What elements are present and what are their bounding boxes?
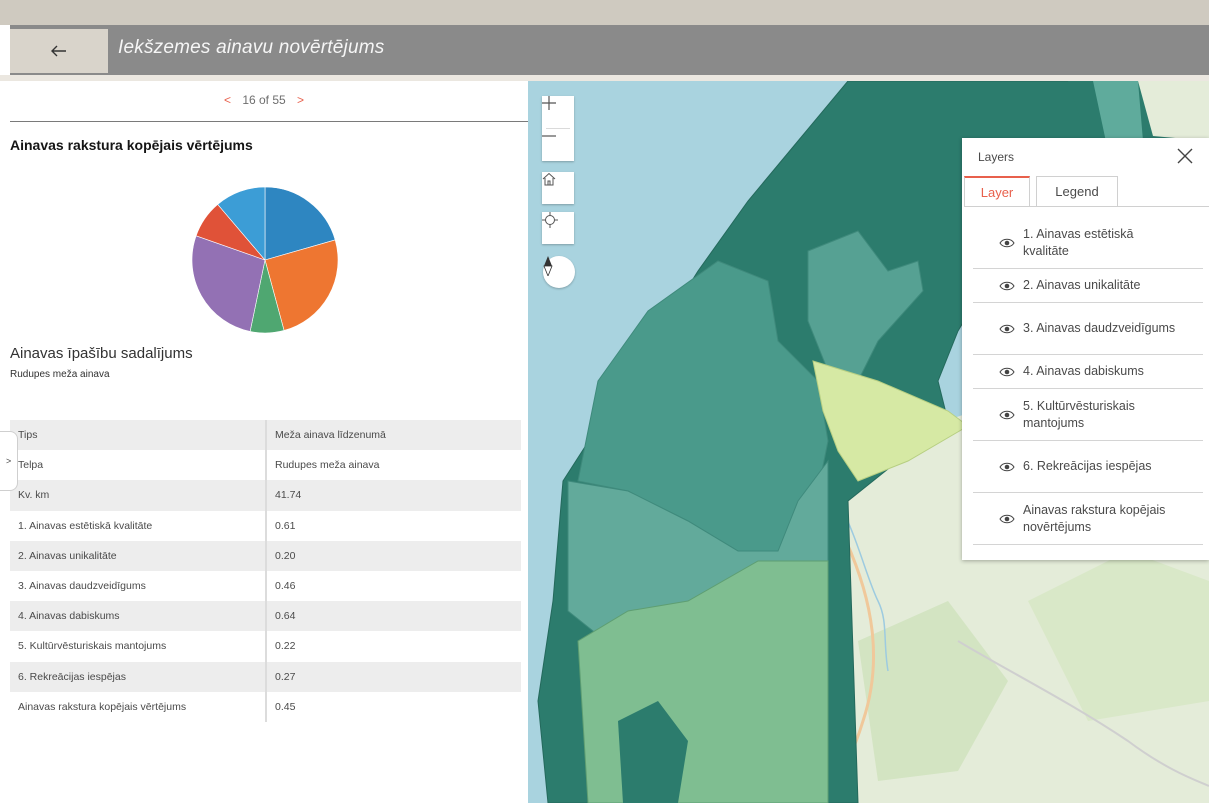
row-label: 5. Kultūrvēsturiskais mantojums xyxy=(10,631,267,662)
table-row: 3. Ainavas daudzveidīgums 0.46 xyxy=(10,570,521,602)
zoom-out-button[interactable] xyxy=(542,129,574,161)
tab-layer[interactable]: Layer xyxy=(964,176,1030,207)
table-row: 1. Ainavas estētiskā kvalitāte 0.61 xyxy=(10,510,521,541)
chart-title: Ainavas rakstura kopējais vērtējums xyxy=(10,137,253,153)
row-label: Ainavas rakstura kopējais vērtējums xyxy=(10,691,267,722)
row-label: 4. Ainavas dabiskums xyxy=(10,601,267,632)
layer-item[interactable]: 2. Ainavas unikalitāte xyxy=(973,269,1203,303)
zoom-controls xyxy=(542,96,574,161)
pager: < 16 of 55 > xyxy=(0,93,528,107)
layers-panel-title: Layers xyxy=(978,150,1015,164)
pager-text: 16 of 55 xyxy=(242,93,286,107)
eye-icon[interactable] xyxy=(999,513,1015,525)
pager-divider xyxy=(10,121,528,122)
layer-item[interactable]: 3. Ainavas daudzveidīgums xyxy=(973,303,1203,355)
plus-icon xyxy=(542,96,556,110)
table-row: 4. Ainavas dabiskums 0.64 xyxy=(10,601,521,632)
pager-prev-button[interactable]: < xyxy=(224,93,231,107)
row-label: 6. Rekreācijas iespējas xyxy=(10,661,267,692)
eye-icon[interactable] xyxy=(999,409,1015,421)
compass-icon xyxy=(543,256,553,276)
row-value: 0.20 xyxy=(266,540,521,571)
home-button[interactable] xyxy=(542,172,574,204)
table-row: 2. Ainavas unikalitāte 0.20 xyxy=(10,540,521,571)
row-value: Rudupes meža ainava xyxy=(266,450,521,481)
layer-item[interactable]: 4. Ainavas dabiskums xyxy=(973,355,1203,389)
close-icon xyxy=(1177,148,1193,164)
row-value: 41.74 xyxy=(266,480,521,511)
row-label: 3. Ainavas daudzveidīgums xyxy=(10,570,267,602)
feature-panel: < 16 of 55 > Ainavas rakstura kopējais v… xyxy=(0,81,528,803)
pie-chart xyxy=(191,186,339,334)
layers-close-button[interactable] xyxy=(1176,147,1196,167)
row-value: Meža ainava līdzenumā xyxy=(266,420,521,451)
arrow-left-icon xyxy=(51,45,66,57)
pager-next-button[interactable]: > xyxy=(297,93,304,107)
table-row: Telpa Rudupes meža ainava xyxy=(10,450,521,481)
row-label: 1. Ainavas estētiskā kvalitāte xyxy=(10,510,267,541)
tab-divider xyxy=(964,206,1209,207)
row-value: 0.46 xyxy=(266,570,521,602)
layer-item[interactable]: 1. Ainavas estētiskā kvalitāte xyxy=(973,217,1203,269)
layer-item-label: 4. Ainavas dabiskums xyxy=(1023,364,1144,378)
row-value: 0.22 xyxy=(266,631,521,662)
eye-icon[interactable] xyxy=(999,366,1015,378)
layer-item-label: 3. Ainavas daudzveidīgums xyxy=(1023,321,1176,335)
back-button[interactable] xyxy=(10,29,108,73)
table-row: 6. Rekreācijas iespējas 0.27 xyxy=(10,661,521,692)
minus-icon xyxy=(542,135,556,137)
compass-button[interactable] xyxy=(543,256,575,288)
row-label: 2. Ainavas unikalitāte xyxy=(10,540,267,571)
app-title: Iekšzemes ainavu novērtējums xyxy=(118,37,385,58)
breakdown-subtitle: Rudupes meža ainava xyxy=(10,369,110,380)
row-value: 0.61 xyxy=(266,510,521,541)
row-value: 0.45 xyxy=(266,691,521,722)
app-header: Iekšzemes ainavu novērtējums xyxy=(10,25,1209,75)
layer-item-label: 1. Ainavas estētiskā kvalitāte xyxy=(1023,226,1134,258)
row-value: 0.64 xyxy=(266,601,521,632)
top-strip xyxy=(0,0,1209,25)
eye-icon[interactable] xyxy=(999,280,1015,292)
layer-item-label: 5. Kultūrvēsturiskais mantojums xyxy=(1023,398,1135,430)
attributes-table: Tips Meža ainava līdzenumā Telpa Rudupes me… xyxy=(10,420,521,722)
eye-icon[interactable] xyxy=(999,461,1015,473)
tab-legend[interactable]: Legend xyxy=(1036,176,1118,207)
eye-icon[interactable] xyxy=(999,237,1015,249)
locate-crosshair-icon xyxy=(542,212,558,228)
locate-button[interactable] xyxy=(542,212,574,244)
row-label: Tips xyxy=(10,420,267,451)
table-row: 5. Kultūrvēsturiskais mantojums 0.22 xyxy=(10,631,521,662)
table-row: Tips Meža ainava līdzenumā xyxy=(10,420,521,451)
eye-icon[interactable] xyxy=(999,323,1015,335)
layer-item[interactable]: 5. Kultūrvēsturiskais mantojums xyxy=(973,389,1203,441)
layer-item[interactable]: 6. Rekreācijas iespējas xyxy=(973,441,1203,493)
layer-item[interactable]: Ainavas rakstura kopējais novērtējums xyxy=(973,493,1203,545)
layer-item-label: 2. Ainavas unikalitāte xyxy=(1023,278,1141,292)
row-label: Kv. km xyxy=(10,480,267,511)
panel-collapse-toggle[interactable]: > xyxy=(0,431,18,491)
zoom-in-button[interactable] xyxy=(542,96,574,128)
layer-item-label: Ainavas rakstura kopējais novērtējums xyxy=(1023,502,1166,534)
row-value: 0.27 xyxy=(266,661,521,692)
table-row: Ainavas rakstura kopējais vērtējums 0.45 xyxy=(10,691,521,722)
layer-item-label: 6. Rekreācijas iespējas xyxy=(1023,459,1152,473)
layers-panel: Layers Layer Legend 1. Ainavas estētiskā… xyxy=(962,138,1209,560)
table-row: Kv. km 41.74 xyxy=(10,480,521,511)
home-icon xyxy=(542,172,556,186)
breakdown-title: Ainavas īpašību sadalījums xyxy=(10,345,193,362)
row-label: Telpa xyxy=(10,450,267,481)
